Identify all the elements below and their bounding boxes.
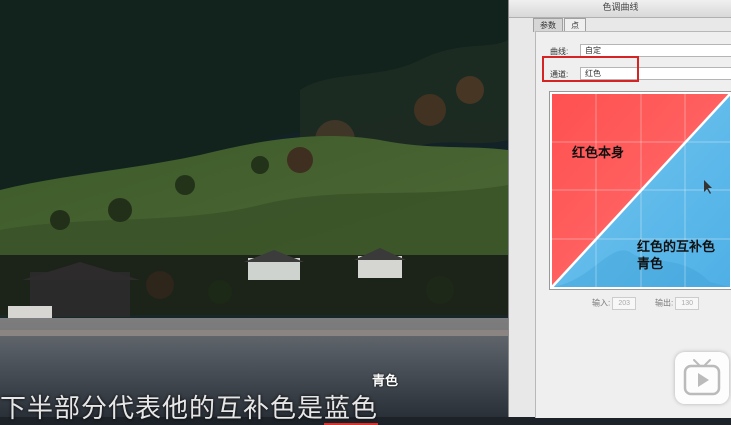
annotation-top-label: 青色	[372, 373, 399, 388]
output-field[interactable]: 130	[675, 297, 700, 310]
subtitle-highlight: 蓝色	[324, 393, 379, 425]
video-subtitle: 下半部分代表他的互补色是蓝色	[0, 388, 379, 425]
input-field[interactable]: 203	[612, 297, 637, 310]
channel-highlight-box	[542, 56, 639, 82]
tab-parametric[interactable]: 参数	[533, 18, 563, 32]
annotation-red-self: 红色本身	[572, 145, 625, 160]
input-label: 输入:	[592, 298, 611, 308]
panel-title: 色调曲线	[509, 0, 731, 18]
annotation-complement-line2: 青色	[637, 256, 664, 271]
landscape-photo	[0, 0, 508, 417]
output-row: 输出: 130	[655, 297, 700, 310]
photo-preview	[0, 0, 508, 417]
output-label: 输出:	[655, 298, 674, 308]
tab-point[interactable]: 点	[564, 18, 586, 32]
tab-bar: 参数 点	[533, 18, 587, 32]
play-button[interactable]	[675, 352, 729, 404]
input-row: 输入: 203	[592, 297, 637, 310]
tv-play-icon	[683, 359, 721, 396]
subtitle-text: 下半部分代表他的互补色是	[0, 393, 325, 423]
